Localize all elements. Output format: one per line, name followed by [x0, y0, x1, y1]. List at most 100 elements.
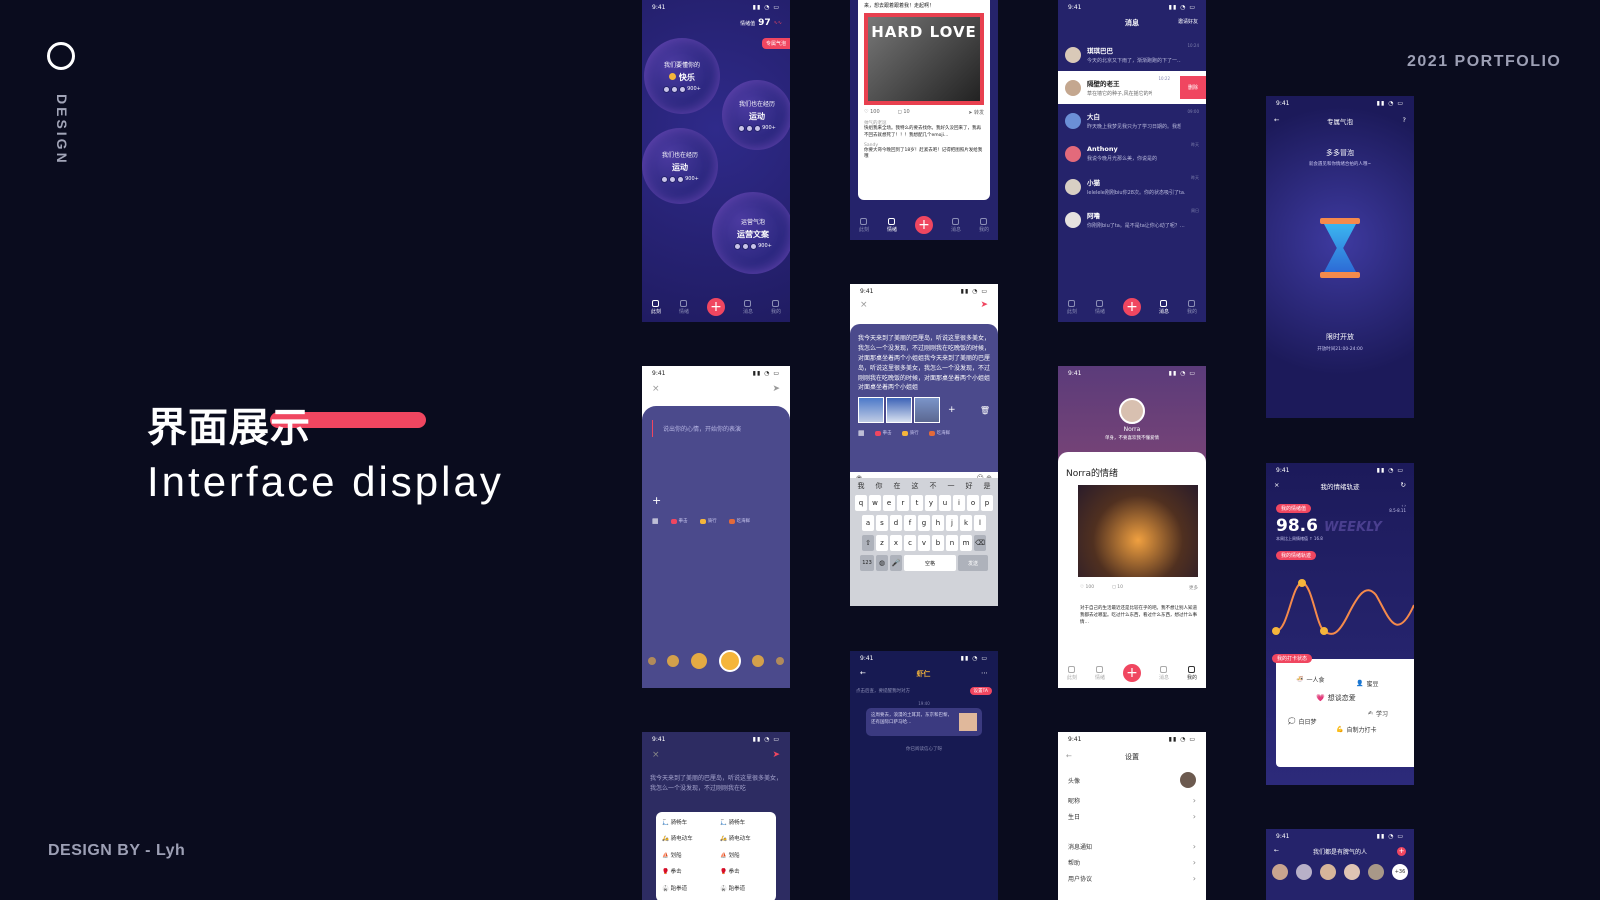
- sport-item[interactable]: 🥊 拳击: [662, 867, 712, 879]
- check-item[interactable]: 💗 想谈恋爱: [1316, 693, 1356, 703]
- shift-key[interactable]: ⇧: [862, 535, 874, 551]
- comment-button[interactable]: ◻ 10: [1112, 585, 1123, 591]
- numbers-key[interactable]: 123: [860, 555, 874, 571]
- key-o[interactable]: o: [967, 495, 979, 511]
- tab-me[interactable]: 我的: [771, 299, 781, 315]
- tab-messages[interactable]: 消息: [1159, 299, 1169, 315]
- back-icon[interactable]: ←: [1066, 752, 1072, 760]
- share-button[interactable]: ➤ 转发: [968, 109, 984, 116]
- sport-item[interactable]: ⛵ 划船: [662, 851, 712, 863]
- send-icon[interactable]: ➤: [980, 300, 988, 310]
- like-button[interactable]: ♡ 100: [1080, 585, 1094, 591]
- space-key[interactable]: 空格: [904, 555, 956, 571]
- compose-area[interactable]: 我今天来到了美丽的巴厘岛，听说这里很多美女，我怎么一个没发现，不过刚刚我在吃晚饭…: [850, 324, 998, 472]
- close-icon[interactable]: ×: [860, 300, 868, 310]
- more-button[interactable]: 更多: [1189, 585, 1198, 591]
- add-post-button[interactable]: +: [1122, 664, 1141, 682]
- close-icon[interactable]: ×: [1274, 481, 1279, 489]
- set-ta-badge[interactable]: 设置TA: [969, 687, 992, 695]
- setting-nickname[interactable]: 昵称 ›: [1058, 792, 1206, 808]
- thumb-image[interactable]: [886, 397, 912, 424]
- key-d[interactable]: d: [890, 515, 902, 531]
- check-item[interactable]: ✍ 学习: [1368, 709, 1388, 718]
- add-image-icon[interactable]: +: [948, 405, 956, 415]
- emoji-picker[interactable]: [642, 650, 790, 672]
- avatar[interactable]: [1119, 398, 1145, 424]
- chip-cycling[interactable]: 骑行: [901, 430, 919, 436]
- chip-seafood[interactable]: 吃海鲜: [928, 430, 950, 436]
- comment-button[interactable]: ◻ 10: [898, 109, 910, 116]
- send-icon[interactable]: ➤: [772, 384, 780, 394]
- thumb-image[interactable]: [914, 397, 940, 424]
- bubble-ops[interactable]: 运营气泡 运营文案 900+: [712, 192, 790, 274]
- setting-notifications[interactable]: 消息通知 ›: [1058, 838, 1206, 854]
- key-f[interactable]: f: [904, 515, 916, 531]
- avatar[interactable]: [1368, 864, 1384, 880]
- sport-item[interactable]: 🛵 骑电动车: [720, 834, 770, 846]
- back-icon[interactable]: ←: [1274, 847, 1279, 854]
- key-l[interactable]: l: [974, 515, 986, 531]
- key-w[interactable]: w: [869, 495, 881, 511]
- add-post-button[interactable]: +: [706, 298, 725, 316]
- tab-emotion[interactable]: 情绪: [679, 299, 689, 315]
- key-x[interactable]: x: [890, 535, 902, 551]
- thumb-image[interactable]: [858, 397, 884, 424]
- key-q[interactable]: q: [855, 495, 867, 511]
- more-icon[interactable]: ⋯: [981, 669, 988, 679]
- key-u[interactable]: u: [939, 495, 951, 511]
- key-b[interactable]: b: [932, 535, 944, 551]
- avatar[interactable]: [1296, 864, 1312, 880]
- setting-birthday[interactable]: 生日 ›: [1058, 808, 1206, 824]
- sport-item[interactable]: 🛴 骑畅车: [720, 818, 770, 830]
- like-button[interactable]: ♡ 100: [864, 109, 880, 116]
- setting-help[interactable]: 帮助 ›: [1058, 854, 1206, 870]
- tab-emotion[interactable]: 情绪: [1095, 665, 1105, 681]
- mic-icon[interactable]: 🎤: [890, 555, 902, 571]
- avatar[interactable]: [1272, 864, 1288, 880]
- key-e[interactable]: e: [883, 495, 895, 511]
- grid-icon[interactable]: ▦: [858, 429, 865, 437]
- exclusive-bubble-tag[interactable]: 专属气泡: [761, 38, 790, 49]
- key-g[interactable]: g: [918, 515, 930, 531]
- tab-moment[interactable]: 此刻: [651, 299, 661, 315]
- tab-messages[interactable]: 消息: [1159, 665, 1169, 681]
- key-p[interactable]: p: [981, 495, 993, 511]
- check-item[interactable]: 🍜 一人食: [1296, 675, 1325, 684]
- trash-icon[interactable]: 🗑: [980, 406, 990, 415]
- check-item[interactable]: 💭 白日梦: [1288, 717, 1317, 726]
- check-item[interactable]: 💪 自制力打卡: [1336, 725, 1377, 734]
- feed-image[interactable]: [1078, 485, 1198, 577]
- key-y[interactable]: y: [925, 495, 937, 511]
- check-item[interactable]: 👤 蜜豆: [1356, 679, 1379, 688]
- sport-item[interactable]: 🛵 骑电动车: [662, 834, 712, 846]
- tab-moment[interactable]: 此刻: [859, 217, 869, 233]
- add-post-button[interactable]: +: [1122, 298, 1141, 316]
- key-z[interactable]: z: [876, 535, 888, 551]
- tab-moment[interactable]: 此刻: [1067, 299, 1077, 315]
- more-count[interactable]: +36: [1392, 864, 1408, 880]
- sport-item[interactable]: 🛴 骑畅车: [662, 818, 712, 830]
- tab-me[interactable]: 我的: [1187, 665, 1197, 681]
- add-image-icon[interactable]: +: [652, 494, 661, 507]
- chip-boxing[interactable]: 拳击: [874, 430, 892, 436]
- tab-messages[interactable]: 消息: [743, 299, 753, 315]
- add-post-button[interactable]: +: [914, 216, 933, 234]
- grid-icon[interactable]: ▦: [652, 517, 659, 525]
- tab-me[interactable]: 我的: [979, 217, 989, 233]
- message-row[interactable]: 琪琪巴巴 今天的北京又下雨了，渐渐跑跑的下了一… 10:24: [1058, 38, 1206, 71]
- setting-agreement[interactable]: 用户协议 ›: [1058, 870, 1206, 886]
- message-row[interactable]: 小猫 lelelele刚刚biu你28次。你的状态吸引了ta… 昨天: [1058, 170, 1206, 203]
- key-i[interactable]: i: [953, 495, 965, 511]
- setting-avatar[interactable]: 头像: [1058, 768, 1206, 792]
- tab-messages[interactable]: 消息: [951, 217, 961, 233]
- send-key[interactable]: 发送: [958, 555, 988, 571]
- chat-bubble[interactable]: 这周要去，浪漫的土耳其，东京和巴黎，还有国际口萨马哈…: [866, 708, 982, 736]
- key-n[interactable]: n: [946, 535, 958, 551]
- globe-icon[interactable]: ◍: [876, 555, 888, 571]
- delete-button[interactable]: 删除: [1180, 76, 1206, 99]
- tab-emotion[interactable]: 情绪: [887, 217, 897, 233]
- message-row[interactable]: Anthony 我说今晚月光那么美，你说是的 昨天: [1058, 137, 1206, 170]
- avatar[interactable]: [1344, 864, 1360, 880]
- key-m[interactable]: m: [960, 535, 972, 551]
- key-j[interactable]: j: [946, 515, 958, 531]
